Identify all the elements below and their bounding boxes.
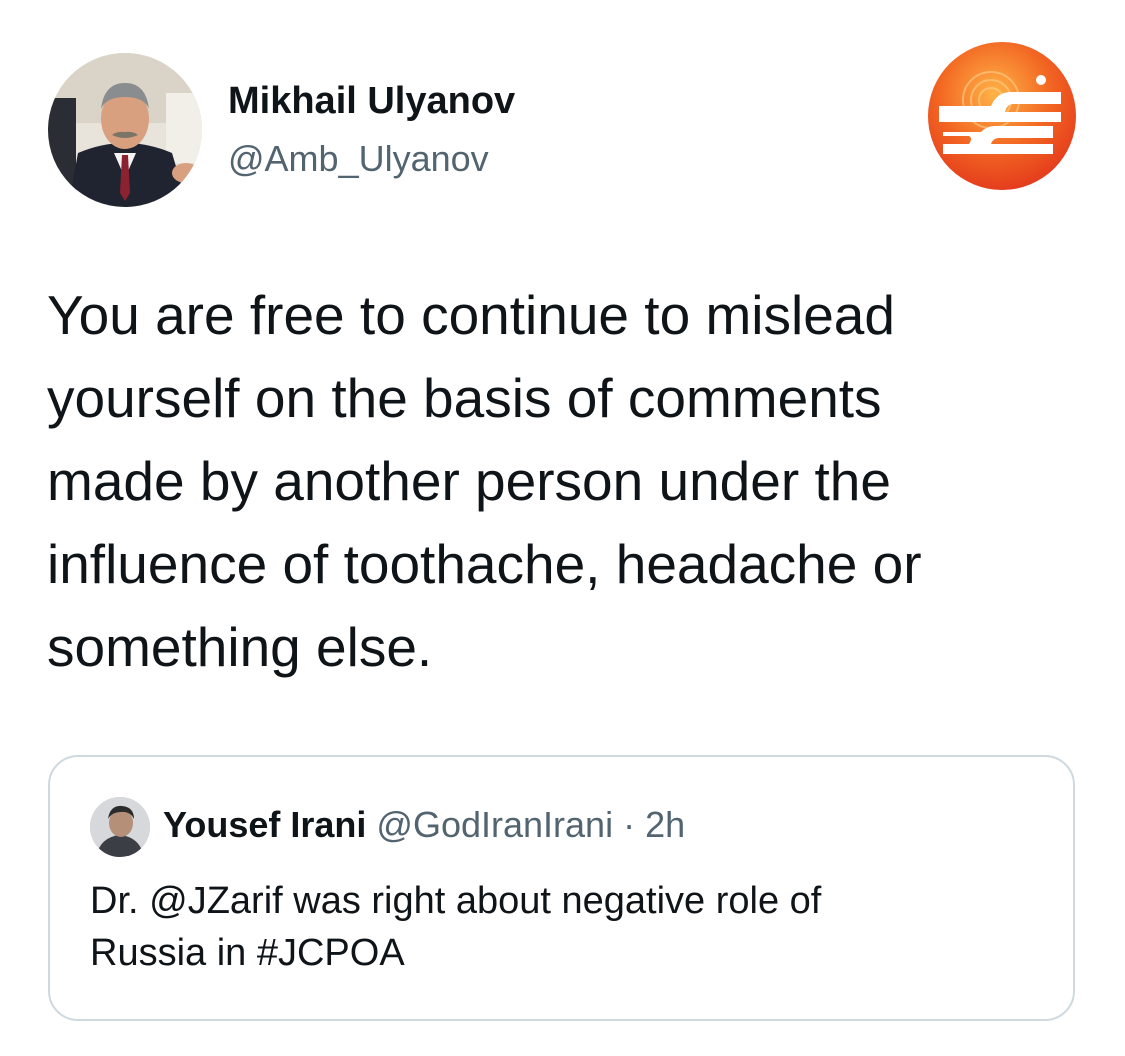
- quoted-author-handle[interactable]: @GodIranIrani: [376, 804, 613, 845]
- author-display-name[interactable]: Mikhail Ulyanov: [228, 80, 515, 123]
- author-photo-icon: [48, 53, 202, 207]
- author-handle[interactable]: @Amb_Ulyanov: [228, 138, 489, 180]
- tweet-body: You are free to continue to mislead your…: [47, 274, 1087, 689]
- tweet-text-line: yourself on the basis of comments: [47, 367, 882, 429]
- quoted-tweet-card[interactable]: Yousef Irani @GodIranIrani · 2h Dr. @JZa…: [48, 755, 1075, 1021]
- tweet-text-line: influence of toothache, headache or: [47, 533, 922, 595]
- quoted-author-photo-icon: [90, 797, 150, 857]
- quoted-author-avatar[interactable]: [90, 797, 150, 857]
- author-avatar[interactable]: [48, 53, 202, 207]
- quoted-text-line: Dr. @JZarif was right about negative rol…: [90, 880, 822, 922]
- quoted-tweet-body: Dr. @JZarif was right about negative rol…: [90, 875, 1050, 979]
- quoted-author-name[interactable]: Yousef Irani: [163, 804, 366, 845]
- tweet-text-line: something else.: [47, 616, 433, 678]
- tweet-text-line: You are free to continue to mislead: [47, 284, 895, 346]
- tweet-text-line: made by another person under the: [47, 450, 891, 512]
- quoted-tweet-header: Yousef Irani @GodIranIrani · 2h: [163, 804, 685, 846]
- quoted-text-line: Russia in #JCPOA: [90, 932, 405, 974]
- news-agency-logo-icon: [921, 40, 1083, 193]
- quoted-timestamp[interactable]: 2h: [645, 804, 685, 845]
- quoted-separator: ·: [623, 804, 636, 845]
